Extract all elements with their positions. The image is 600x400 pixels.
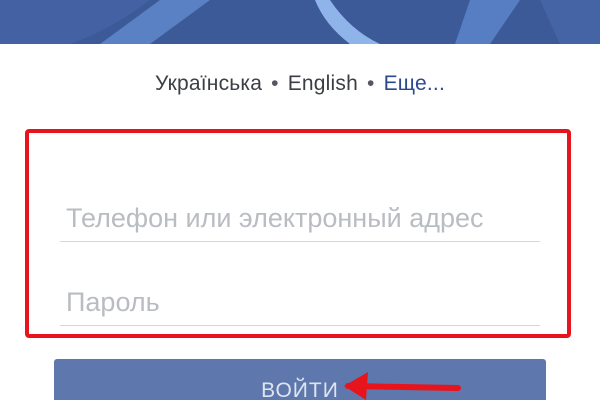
language-separator: • — [271, 72, 279, 95]
password-input[interactable] — [60, 280, 540, 326]
language-selector: Українська • English • Еще... — [0, 72, 600, 96]
language-separator: • — [367, 72, 375, 95]
login-screen: Українська • English • Еще... ВОЙТИ — [0, 0, 600, 400]
banner-illustration — [0, 0, 600, 44]
language-ukrainian-link[interactable]: Українська — [155, 72, 262, 95]
phone-or-email-input[interactable] — [60, 196, 540, 242]
left-arrow-icon — [344, 372, 461, 400]
header-banner — [0, 0, 600, 44]
more-languages-link[interactable]: Еще... — [384, 72, 445, 95]
login-button-label: ВОЙТИ — [261, 379, 339, 400]
language-english-link[interactable]: English — [288, 72, 358, 95]
login-button[interactable]: ВОЙТИ — [54, 359, 546, 400]
